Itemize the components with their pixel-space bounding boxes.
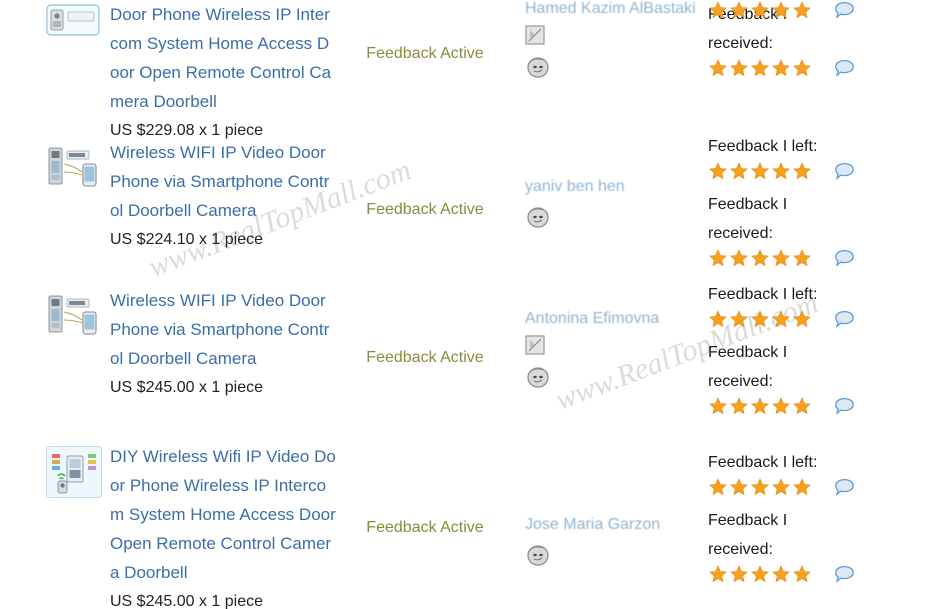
product-thumbnail[interactable] [46,142,100,192]
buyer-icons [525,543,705,572]
buyer-name-link[interactable]: Antonina Efimovna [525,306,705,332]
product-cell: DIY Wireless Wifi IP Video Door Phone Wi… [46,442,336,609]
speech-bubble-icon[interactable] [834,58,855,87]
feedback-received-label: received: [708,541,773,558]
buyer-icons [525,25,705,84]
buyer-name-link[interactable]: Hamed Kazim AlBastaki [525,0,705,22]
speech-bubble-icon[interactable] [834,1,855,24]
star-rating[interactable] [708,58,816,87]
avatar-face-icon [525,55,705,84]
feedback-received-label: Feedback I [708,512,788,529]
product-price: US $245.00 x 1 piece [110,379,263,396]
feedback-row: DIY Wireless Wifi IP Video Door Phone Wi… [0,430,950,609]
feedback-left-stars-row [708,477,898,506]
avatar-face-icon [525,543,705,572]
product-thumbnail[interactable] [46,290,100,340]
speech-bubble-icon[interactable] [834,477,855,506]
buyer-name-link[interactable]: Jose Maria Garzon [525,512,705,538]
buyer-cell: Antonina Efimovna [525,306,705,394]
feedback-left-label: Feedback I left: [708,286,818,303]
feedback-left-stars-row [708,0,855,24]
status-cell: Feedback Active [366,349,484,366]
star-rating[interactable] [708,564,816,593]
broken-image-icon [525,25,545,50]
status-cell: Feedback Active [366,45,484,62]
feedback-received-stars-row [708,58,898,87]
feedback-row: Wireless WIFI IP Video Door Phone via Sm… [0,134,950,282]
feedback-history-list: www.RealTopMall.com www.RealTopMall.com … [0,0,950,609]
speech-bubble-icon[interactable] [834,396,855,425]
feedback-received-label: received: [708,373,773,390]
feedback-received-label: received: [708,225,773,242]
product-thumbnail[interactable] [46,4,100,54]
star-rating[interactable] [708,248,816,277]
product-text: DIY Wireless Wifi IP Video Door Phone Wi… [110,442,336,609]
product-title-link[interactable]: Wireless WIFI IP Video Door Phone via Sm… [110,286,336,373]
feedback-cell: Feedback I left: Feedback I received: [708,280,898,425]
feedback-received-label: Feedback I [708,196,788,213]
speech-bubble-icon[interactable] [834,248,855,277]
buyer-cell: Hamed Kazim AlBastaki [525,0,705,84]
buyer-icons [525,205,705,234]
product-title-link[interactable]: Door Phone Wireless IP Intercom System H… [110,0,336,116]
star-rating[interactable] [708,161,816,190]
feedback-received-label: received: [708,35,773,52]
feedback-received-stars-row [708,396,898,425]
speech-bubble-icon[interactable] [834,161,855,190]
feedback-left-stars-row [708,161,898,190]
feedback-cell: Feedback I left: Feedback I received: [708,132,898,277]
status-cell: Feedback Active [366,201,484,218]
broken-image-icon [525,335,545,360]
product-thumbnail[interactable] [46,446,102,498]
product-price: US $245.00 x 1 piece [110,593,263,609]
feedback-left-label: Feedback I left: [708,454,818,471]
product-title-link[interactable]: DIY Wireless Wifi IP Video Door Phone Wi… [110,442,336,587]
buyer-cell: yaniv ben hen [525,174,705,234]
star-rating[interactable] [708,309,816,338]
feedback-received-stars-row [708,564,898,593]
product-text: Wireless WIFI IP Video Door Phone via Sm… [110,138,336,254]
feedback-left-label: Feedback I left: [708,138,818,155]
star-rating[interactable] [708,0,816,24]
product-text: Wireless WIFI IP Video Door Phone via Sm… [110,286,336,402]
buyer-icons [525,335,705,394]
product-cell: Wireless WIFI IP Video Door Phone via Sm… [46,286,336,402]
avatar-face-icon [525,205,705,234]
product-price: US $224.10 x 1 piece [110,231,263,248]
feedback-cell: Feedback I left: Feedback I received: [708,448,898,593]
star-rating[interactable] [708,396,816,425]
feedback-received-label: Feedback I [708,344,788,361]
product-title-link[interactable]: Wireless WIFI IP Video Door Phone via Sm… [110,138,336,225]
star-rating[interactable] [708,477,816,506]
avatar-face-icon [525,365,705,394]
feedback-left-stars-row [708,309,898,338]
product-cell: Door Phone Wireless IP Intercom System H… [46,0,336,145]
feedback-row: Door Phone Wireless IP Intercom System H… [0,0,950,139]
buyer-cell: Jose Maria Garzon [525,512,705,572]
product-cell: Wireless WIFI IP Video Door Phone via Sm… [46,138,336,254]
speech-bubble-icon[interactable] [834,564,855,593]
speech-bubble-icon[interactable] [834,309,855,338]
feedback-received-stars-row [708,248,898,277]
product-text: Door Phone Wireless IP Intercom System H… [110,0,336,145]
buyer-name-link[interactable]: yaniv ben hen [525,174,705,200]
feedback-row: Wireless WIFI IP Video Door Phone via Sm… [0,282,950,430]
status-cell: Feedback Active [366,519,484,536]
